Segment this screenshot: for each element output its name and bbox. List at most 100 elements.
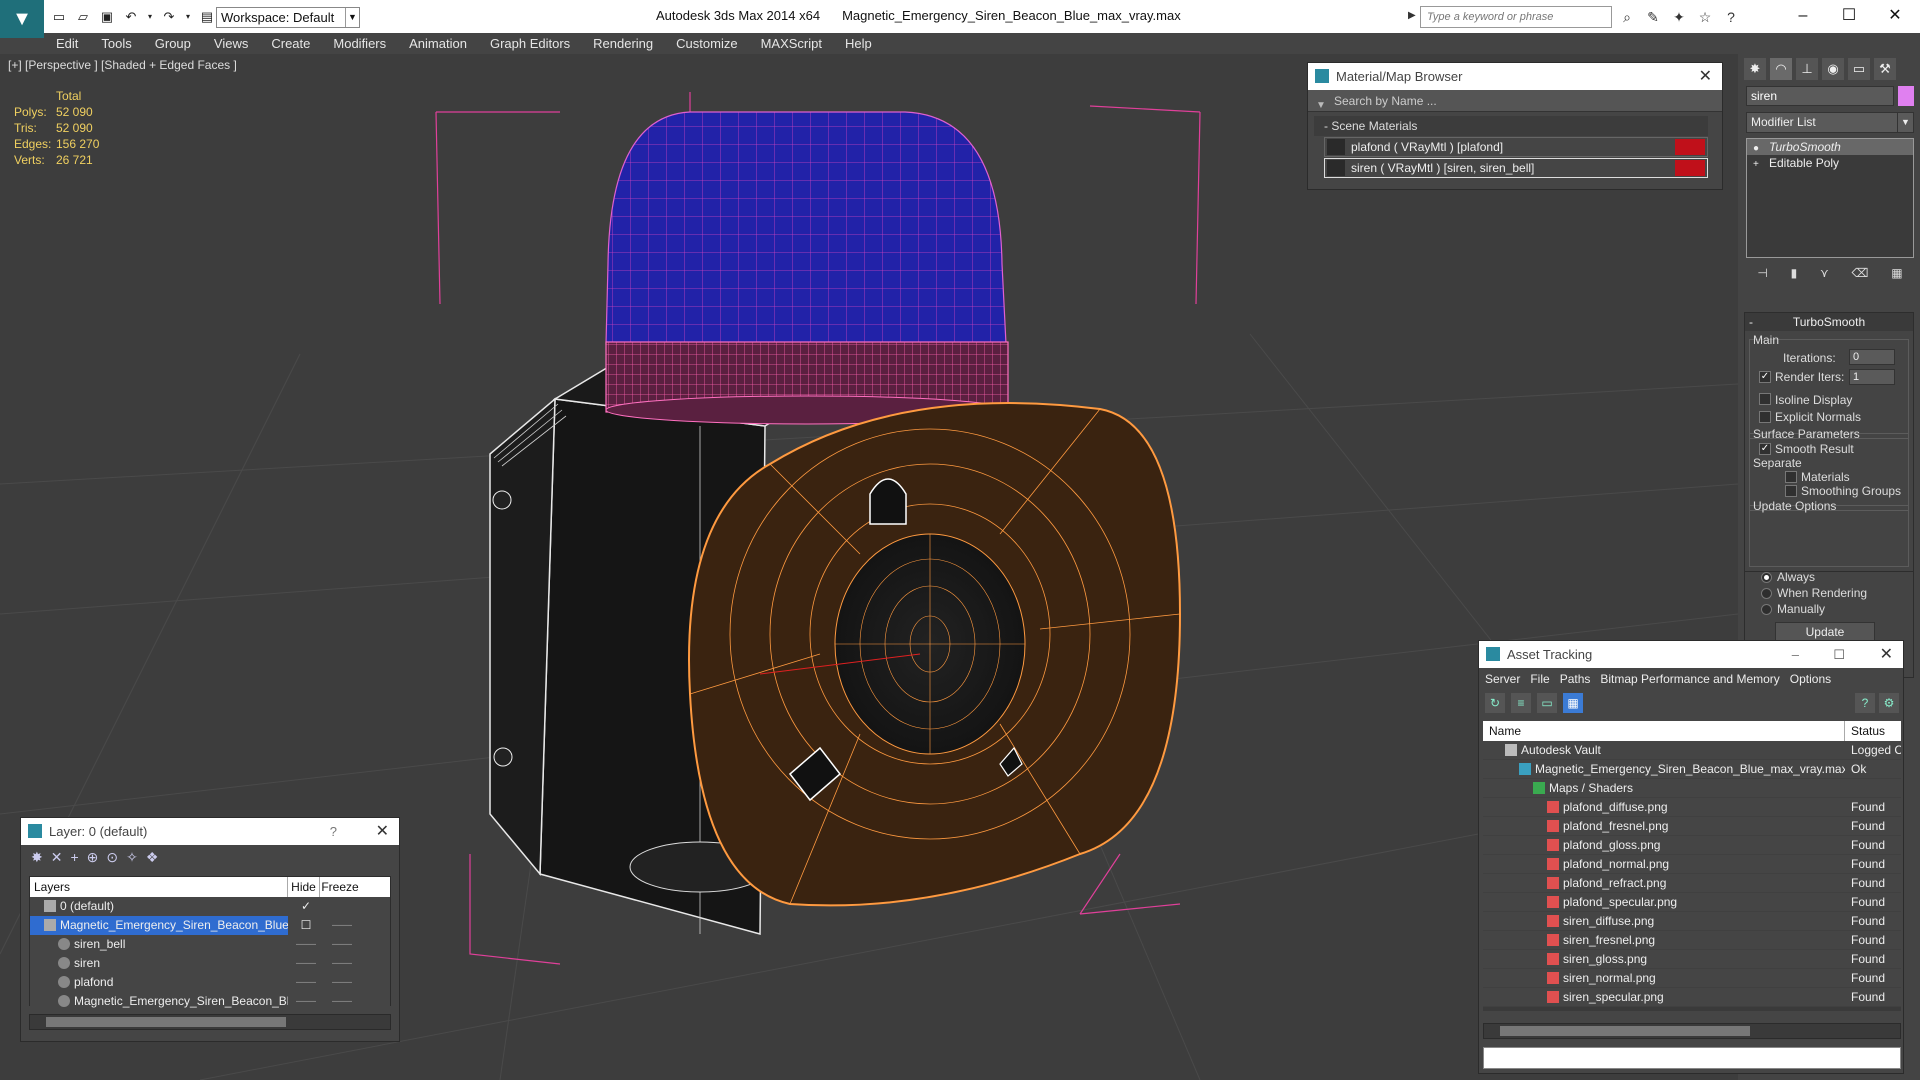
column-header-layers[interactable]: Layers	[30, 877, 288, 897]
highlight-layer-icon[interactable]: ✧	[126, 849, 138, 869]
thumbnail-view-icon[interactable]: ▭	[1537, 693, 1557, 713]
isoline-display-checkbox[interactable]	[1759, 393, 1771, 405]
undo-icon[interactable]: ↶	[122, 9, 140, 25]
scrollbar-thumb[interactable]	[46, 1017, 286, 1027]
utilities-tab-icon[interactable]: ⚒	[1874, 58, 1896, 80]
expand-plus-icon[interactable]: +	[1753, 157, 1759, 173]
list-view-icon[interactable]: ≡	[1511, 693, 1531, 713]
layer-tool-icon[interactable]: ✸	[31, 849, 43, 869]
scrollbar-thumb[interactable]	[1500, 1026, 1750, 1036]
modify-tab-icon[interactable]: ◠	[1770, 58, 1792, 80]
table-row[interactable]: plafond_diffuse.png Found	[1483, 798, 1901, 817]
column-header-status[interactable]: Status	[1845, 721, 1885, 741]
column-header-name[interactable]: Name	[1483, 721, 1845, 741]
table-row[interactable]: plafond_specular.png Found	[1483, 893, 1901, 912]
freeze-toggle[interactable]: ——	[324, 992, 360, 1011]
select-objects-icon[interactable]: ⊙	[106, 849, 118, 869]
table-row[interactable]: Magnetic_Emergency_Siren_Beacon_Blue_max…	[1483, 760, 1901, 779]
hide-all-icon[interactable]: ❖	[146, 849, 159, 869]
smoothing-groups-checkbox[interactable]	[1785, 485, 1797, 497]
iterations-spinner[interactable]: 0	[1849, 349, 1895, 365]
close-button[interactable]: ✕	[1872, 4, 1918, 28]
smooth-result-checkbox[interactable]: ✓	[1759, 443, 1771, 455]
minimize-button[interactable]: –	[1780, 4, 1826, 28]
material-item-plafond[interactable]: plafond ( VRayMtl ) [plafond]	[1324, 137, 1708, 157]
viewport-label[interactable]: [+] [Perspective ] [Shaded + Edged Faces…	[8, 58, 237, 72]
menu-server[interactable]: Server	[1485, 668, 1520, 690]
table-row[interactable]: siren_gloss.png Found	[1483, 950, 1901, 969]
render-iters-checkbox[interactable]: ✓	[1759, 371, 1771, 383]
menu-tools[interactable]: Tools	[101, 36, 131, 51]
freeze-toggle[interactable]	[324, 897, 360, 916]
configure-modifier-sets-icon[interactable]: ▦	[1891, 266, 1902, 286]
material-item-siren[interactable]: siren ( VRayMtl ) [siren, siren_bell]	[1324, 158, 1708, 178]
menu-file[interactable]: File	[1530, 668, 1549, 690]
menu-edit[interactable]: Edit	[56, 36, 78, 51]
rollout-header[interactable]: - TurboSmooth	[1745, 313, 1913, 331]
layer-row[interactable]: siren —— ——	[30, 954, 390, 973]
create-layer-icon[interactable]: +	[70, 849, 78, 869]
create-tab-icon[interactable]: ✸	[1744, 58, 1766, 80]
menu-group[interactable]: Group	[155, 36, 191, 51]
layer-row[interactable]: 0 (default) ✓	[30, 897, 390, 916]
menu-create[interactable]: Create	[271, 36, 310, 51]
remove-modifier-icon[interactable]: ⌫	[1852, 266, 1869, 286]
menu-paths[interactable]: Paths	[1560, 668, 1591, 690]
maximize-button[interactable]: ☐	[1833, 641, 1845, 668]
save-icon[interactable]: ▣	[98, 9, 116, 25]
object-color-swatch[interactable]	[1898, 86, 1914, 106]
layer-row[interactable]: plafond —— ——	[30, 973, 390, 992]
hide-toggle[interactable]: ✓	[288, 897, 324, 916]
communication-icon[interactable]: ✎	[1644, 8, 1662, 26]
workspace-select[interactable]: Workspace: Default ▼	[216, 7, 360, 28]
table-row[interactable]: siren_fresnel.png Found	[1483, 931, 1901, 950]
table-row[interactable]: plafond_fresnel.png Found	[1483, 817, 1901, 836]
open-file-icon[interactable]: ▱	[74, 9, 92, 25]
display-tab-icon[interactable]: ▭	[1848, 58, 1870, 80]
menu-options[interactable]: Options	[1790, 668, 1831, 690]
help-icon[interactable]: ?	[1855, 693, 1875, 713]
freeze-toggle[interactable]: ——	[324, 935, 360, 954]
stack-item-editable-poly[interactable]: + Editable Poly	[1747, 155, 1913, 171]
freeze-toggle[interactable]: ——	[324, 916, 360, 935]
layer-horizontal-scrollbar[interactable]	[29, 1014, 391, 1030]
update-manually-radio[interactable]	[1761, 604, 1772, 615]
menu-modifiers[interactable]: Modifiers	[333, 36, 386, 51]
material-search-input[interactable]: ▼ Search by Name ...	[1308, 90, 1722, 112]
menu-graph-editors[interactable]: Graph Editors	[490, 36, 570, 51]
layer-row[interactable]: Magnetic_Emergency_Siren_Beacon_Blue ☐ ——	[30, 916, 390, 935]
new-file-icon[interactable]: ▭	[50, 9, 68, 25]
table-row[interactable]: siren_normal.png Found	[1483, 969, 1901, 988]
add-selection-icon[interactable]: ⊕	[87, 849, 99, 869]
project-folder-icon[interactable]: ▤	[198, 9, 216, 25]
hide-toggle[interactable]: ——	[288, 973, 324, 992]
help-search-input[interactable]: Type a keyword or phrase	[1420, 6, 1612, 28]
sign-in-icon[interactable]: ✦	[1670, 8, 1688, 26]
update-button[interactable]: Update	[1775, 622, 1875, 642]
close-icon[interactable]: ✕	[1880, 641, 1893, 668]
refresh-icon[interactable]: ↻	[1485, 693, 1505, 713]
menu-bitmap-performance[interactable]: Bitmap Performance and Memory	[1600, 668, 1779, 690]
separate-materials-checkbox[interactable]	[1785, 471, 1797, 483]
render-iters-spinner[interactable]: 1	[1849, 369, 1895, 385]
material-browser-titlebar[interactable]: Material/Map Browser ✕	[1308, 63, 1722, 90]
freeze-toggle[interactable]: ——	[324, 973, 360, 992]
scene-materials-section[interactable]: - Scene Materials	[1314, 116, 1708, 136]
menu-customize[interactable]: Customize	[676, 36, 737, 51]
filter-chevron-down-icon[interactable]: ▼	[1316, 95, 1326, 117]
hide-toggle[interactable]: ——	[288, 992, 324, 1011]
layer-row[interactable]: siren_bell —— ——	[30, 935, 390, 954]
layer-row[interactable]: Magnetic_Emergency_Siren_Beacon_Blue —— ——	[30, 992, 390, 1011]
close-icon[interactable]: ✕	[1699, 63, 1712, 90]
menu-rendering[interactable]: Rendering	[593, 36, 653, 51]
close-icon[interactable]: ✕	[376, 818, 389, 845]
explicit-normals-checkbox[interactable]	[1759, 411, 1771, 423]
menu-maxscript[interactable]: MAXScript	[761, 36, 822, 51]
asset-tracking-titlebar[interactable]: Asset Tracking – ☐ ✕	[1479, 641, 1903, 668]
menu-views[interactable]: Views	[214, 36, 248, 51]
modifier-list-dropdown[interactable]: Modifier List ▼	[1746, 112, 1914, 133]
pin-stack-icon[interactable]: ⊣	[1757, 266, 1767, 286]
search-collapse-icon[interactable]: ▶	[1408, 10, 1416, 21]
settings-icon[interactable]: ⚙	[1879, 693, 1899, 713]
show-end-result-icon[interactable]: ▮	[1791, 266, 1798, 286]
